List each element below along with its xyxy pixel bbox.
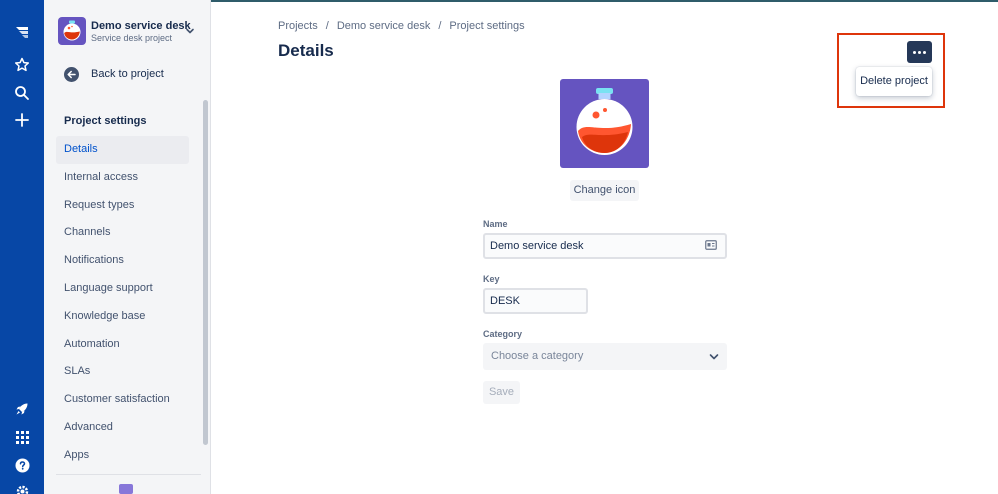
project-sidebar: Demo service desk Service desk project B… — [44, 0, 211, 494]
breadcrumb-separator: / — [438, 20, 442, 32]
project-icon-preview — [560, 79, 649, 168]
sidebar-item-notifications[interactable]: Notifications — [56, 247, 189, 275]
sidebar-item-internal-access[interactable]: Internal access — [56, 164, 189, 192]
sidebar-item-request-types[interactable]: Request types — [56, 192, 189, 220]
help-icon[interactable] — [12, 455, 32, 475]
back-to-project-label: Back to project — [91, 68, 164, 80]
page-title: Details — [278, 41, 334, 60]
change-icon-button[interactable]: Change icon — [570, 180, 639, 201]
sidebar-heading: Project settings — [64, 115, 147, 127]
sidebar-scrollbar[interactable] — [203, 100, 208, 445]
key-field-value: DESK — [490, 295, 520, 307]
more-icon-dot — [913, 50, 916, 54]
project-type: Service desk project — [91, 33, 173, 43]
key-field[interactable]: DESK — [483, 288, 588, 314]
star-icon[interactable] — [12, 55, 32, 75]
sidebar-item-details[interactable]: Details — [56, 136, 189, 164]
global-navigation — [0, 0, 44, 494]
potion-icon — [576, 88, 633, 155]
chevron-down-icon — [186, 28, 194, 34]
sidebar-item-slas[interactable]: SLAs — [56, 358, 189, 386]
rocket-icon[interactable] — [12, 399, 32, 419]
sidebar-item-automation[interactable]: Automation — [56, 331, 189, 359]
breadcrumb-separator: / — [325, 20, 329, 32]
breadcrumb-project[interactable]: Demo service desk — [337, 20, 431, 32]
search-icon[interactable] — [12, 83, 32, 103]
sidebar-item-apps[interactable]: Apps — [56, 442, 189, 470]
category-label: Category — [483, 329, 523, 339]
name-label: Name — [483, 219, 508, 229]
name-field[interactable]: Demo service desk — [483, 233, 727, 259]
sidebar-item-knowledge-base[interactable]: Knowledge base — [56, 303, 189, 331]
plus-icon[interactable] — [12, 110, 32, 130]
project-avatar — [58, 17, 86, 45]
back-to-project-link[interactable]: Back to project — [64, 66, 204, 84]
save-button[interactable]: Save — [483, 381, 520, 404]
settings-icon[interactable] — [12, 481, 32, 494]
more-icon-dot — [918, 50, 921, 54]
chevron-down-icon — [709, 354, 719, 360]
jira-logo-icon[interactable] — [12, 23, 32, 43]
settings-nav: Details Internal access Request types Ch… — [56, 136, 189, 470]
project-name: Demo service desk — [91, 20, 191, 32]
category-placeholder: Choose a category — [491, 350, 584, 362]
more-actions-button[interactable] — [907, 41, 932, 63]
feedback-icon[interactable] — [119, 484, 133, 494]
delete-project-menu-item[interactable]: Delete project — [856, 67, 932, 96]
actions-dropdown: Delete project — [856, 67, 932, 96]
name-field-value: Demo service desk — [490, 240, 584, 252]
sidebar-item-customer-satisfaction[interactable]: Customer satisfaction — [56, 386, 189, 414]
breadcrumb: Projects / Demo service desk / Project setti… — [278, 20, 525, 32]
more-icon-dot — [923, 50, 926, 54]
arrow-left-icon — [64, 67, 79, 82]
key-label: Key — [483, 274, 500, 284]
sidebar-divider — [56, 474, 201, 475]
sidebar-item-language-support[interactable]: Language support — [56, 275, 189, 303]
category-select[interactable]: Choose a category — [483, 343, 727, 370]
breadcrumb-project-settings[interactable]: Project settings — [449, 20, 524, 32]
project-switcher[interactable]: Demo service desk Service desk project — [58, 17, 198, 47]
app-switcher-icon[interactable] — [12, 427, 32, 447]
breadcrumb-projects[interactable]: Projects — [278, 20, 318, 32]
id-card-icon — [705, 240, 717, 250]
top-border — [211, 0, 998, 2]
sidebar-item-advanced[interactable]: Advanced — [56, 414, 189, 442]
sidebar-item-channels[interactable]: Channels — [56, 219, 189, 247]
